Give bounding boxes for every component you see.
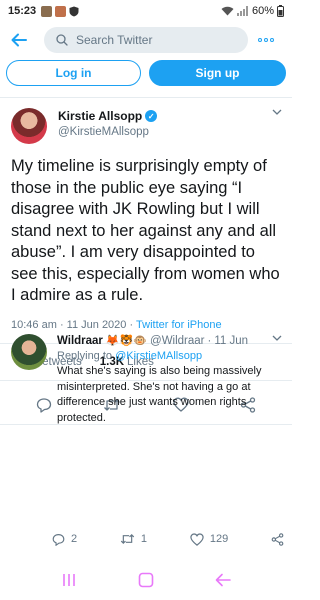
reply-icon — [52, 533, 65, 546]
status-notification-icons — [41, 5, 79, 17]
author-avatar[interactable] — [11, 108, 47, 144]
signal-icon — [236, 6, 248, 16]
signup-button[interactable]: Sign up — [149, 60, 286, 86]
reply-author-name[interactable]: Wildraar — [57, 335, 103, 347]
more-dot-icon — [258, 38, 262, 42]
tweet-header: Kirstie Allsopp ✓ @KirstieMAllsopp — [0, 100, 292, 148]
reply-reply-action[interactable]: 2 — [52, 533, 77, 546]
top-bar — [0, 22, 292, 58]
recent-apps-icon[interactable] — [61, 573, 77, 587]
reply-header: Wildraar 🦊🐯🐵 @Wildraar · 11 Jun — [57, 334, 277, 348]
photo-notification-icon — [41, 5, 53, 17]
system-nav-bar — [0, 560, 292, 600]
reply-retweets-count: 1 — [140, 533, 148, 545]
battery-icon — [277, 5, 284, 17]
reply-like-action[interactable]: 129 — [190, 532, 229, 546]
more-dot-icon — [264, 38, 268, 42]
status-time: 15:23 — [8, 5, 37, 17]
replying-label: Replying to — [57, 350, 113, 362]
share-icon — [271, 532, 284, 546]
retweet-icon — [120, 534, 135, 544]
main-tweet: Kirstie Allsopp ✓ @KirstieMAllsopp My ti… — [0, 100, 292, 425]
status-right: 60% — [221, 5, 284, 17]
arrow-left-icon — [11, 33, 27, 47]
search-box[interactable] — [44, 27, 248, 53]
author-name[interactable]: Kirstie Allsopp — [58, 109, 142, 123]
meta-separator: · — [207, 334, 212, 347]
replying-to: Replying to @KirstieMAllsopp — [57, 350, 202, 362]
chevron-down-icon[interactable] — [272, 109, 282, 115]
reply-author-handle[interactable]: @Wildraar — [150, 335, 205, 347]
status-bar: 15:23 60% — [0, 0, 292, 22]
search-input[interactable] — [76, 33, 226, 47]
reply-tweet[interactable]: Wildraar 🦊🐯🐵 @Wildraar · 11 Jun Replying… — [0, 330, 292, 560]
author-handle[interactable]: @KirstieMAllsopp — [58, 126, 149, 138]
back-nav-icon[interactable] — [215, 573, 232, 587]
reply-replies-count: 2 — [71, 533, 78, 545]
more-dot-icon — [270, 38, 274, 42]
reply-likes-count: 129 — [209, 533, 229, 545]
verified-badge-icon: ✓ — [145, 110, 158, 122]
search-icon — [56, 34, 68, 46]
replying-mention-link[interactable]: @KirstieMAllsopp — [115, 350, 202, 362]
chevron-down-icon[interactable] — [272, 335, 282, 341]
face-notification-icon — [55, 5, 67, 17]
reply-actions: 2 1 129 — [52, 530, 284, 548]
wifi-icon — [221, 6, 234, 16]
heart-icon — [190, 532, 204, 546]
reply-share-action[interactable] — [271, 532, 284, 546]
author-name-row[interactable]: Kirstie Allsopp ✓ — [58, 109, 158, 123]
reply-retweet-action[interactable]: 1 — [120, 533, 147, 545]
reply-text: What she's saying is also being massivel… — [57, 365, 262, 424]
battery-percent: 60% — [251, 5, 274, 17]
reply-author-avatar[interactable] — [11, 334, 47, 370]
reply-author-emojis: 🦊🐯🐵 — [105, 335, 148, 347]
home-icon[interactable] — [138, 572, 154, 588]
shield-icon — [69, 6, 79, 16]
more-options-button[interactable] — [258, 38, 274, 42]
reply-date[interactable]: 11 Jun — [214, 335, 248, 347]
auth-bar: Log in Sign up — [0, 60, 292, 98]
tweet-text: My timeline is surprisingly empty of tho… — [11, 157, 280, 304]
back-button[interactable] — [2, 23, 36, 57]
login-button[interactable]: Log in — [6, 60, 141, 86]
